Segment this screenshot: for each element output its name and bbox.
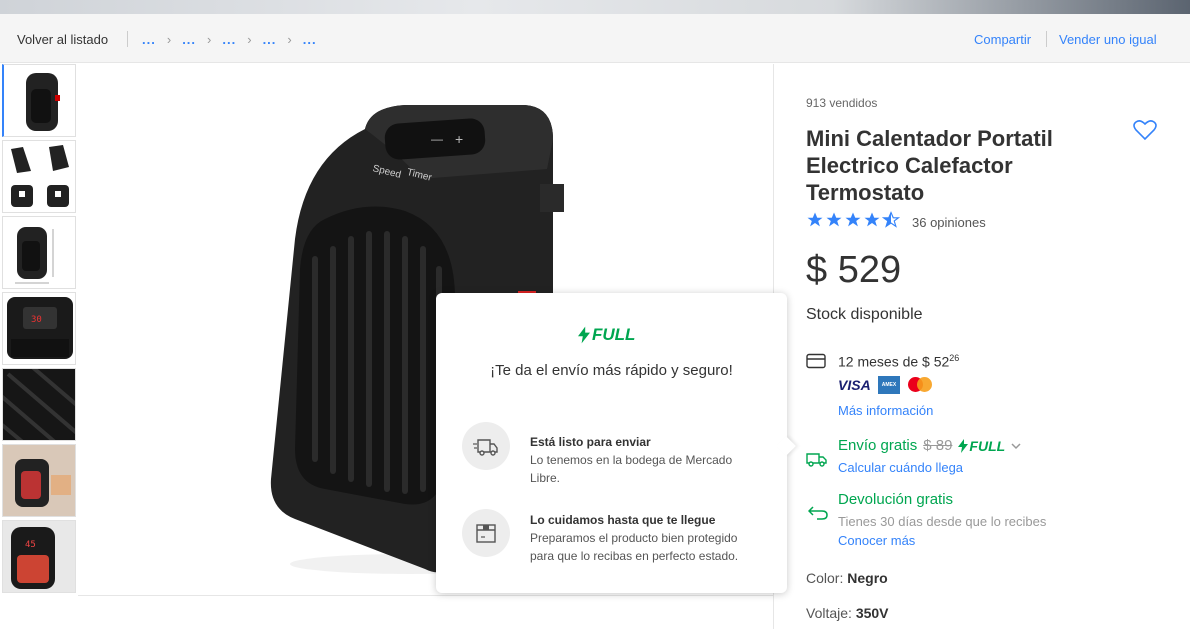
lightning-icon	[958, 438, 969, 453]
divider	[127, 31, 128, 47]
voltage-value: 350V	[855, 605, 889, 621]
stock-status: Stock disponible	[806, 306, 923, 323]
star-icon	[826, 212, 842, 227]
payment-more-info-link[interactable]: Más información	[838, 403, 933, 418]
svg-text:—: —	[431, 132, 443, 146]
thumbnail-1[interactable]	[2, 64, 76, 137]
divider	[78, 595, 773, 596]
thumbnail-4[interactable]: 30	[2, 292, 76, 365]
full-badge: FULL	[578, 325, 635, 345]
chevron-right-icon: ›	[287, 32, 292, 47]
truck-icon	[806, 453, 827, 467]
shipping-old-price: $ 89	[923, 437, 953, 454]
return-arrow-icon	[808, 506, 828, 520]
chevron-down-icon[interactable]	[1011, 442, 1021, 450]
popover-arrow	[776, 436, 796, 456]
svg-text:+: +	[455, 131, 463, 147]
top-navigation-bar: Volver al listado ... › ... › ... › ... › ..…	[0, 14, 1190, 63]
thumbnail-7[interactable]: 45	[2, 520, 76, 593]
free-return-label: Devolución gratis	[838, 491, 954, 508]
star-icon	[864, 212, 880, 227]
installments-cents: 26	[949, 353, 960, 363]
full-info-popover: FULL ¡Te da el envío más rápido y seguro…	[436, 293, 796, 593]
color-value: Negro	[847, 570, 888, 586]
return-subtitle: Tienes 30 días desde que lo recibes	[838, 514, 1047, 529]
color-variation: Color: Negro	[806, 570, 888, 586]
return-more-link[interactable]: Conocer más	[838, 533, 915, 548]
price: $ 529	[806, 249, 902, 291]
breadcrumb-item[interactable]: ...	[182, 32, 196, 47]
thumbnail-5[interactable]	[2, 368, 76, 441]
fast-truck-icon	[462, 422, 510, 470]
thumbnail-6[interactable]	[2, 444, 76, 517]
svg-text:30: 30	[31, 315, 42, 325]
breadcrumb-item[interactable]: ...	[263, 32, 277, 47]
heart-icon[interactable]	[1133, 119, 1157, 141]
breadcrumb-item[interactable]: ...	[142, 32, 156, 47]
rating-stars[interactable]	[806, 211, 900, 229]
breadcrumb: ... › ... › ... › ... › ...	[142, 32, 317, 47]
installments-text: 12 meses de $ 5226	[838, 353, 960, 370]
svg-text:45: 45	[25, 540, 36, 550]
calculate-delivery-link[interactable]: Calcular cuándo llega	[838, 460, 963, 475]
package-box-icon	[462, 509, 510, 557]
page: Volver al listado ... › ... › ... › ... › ..…	[0, 0, 1190, 629]
divider	[1046, 31, 1047, 47]
chevron-right-icon: ›	[166, 32, 172, 47]
chevron-right-icon: ›	[207, 32, 212, 47]
full-badge[interactable]: FULL	[958, 438, 1005, 454]
mastercard-logo	[906, 376, 936, 394]
popover-item-title: Lo cuidamos hasta que te llegue	[530, 513, 716, 527]
shipping-info: Envío gratis $ 89 FULL	[838, 437, 1021, 454]
breadcrumb-item[interactable]: ...	[303, 32, 317, 47]
popover-item-desc: Lo tenemos en la bodega de Mercado Libre…	[530, 453, 733, 485]
back-to-listing-link[interactable]: Volver al listado	[17, 32, 108, 47]
review-count[interactable]: 36 opiniones	[912, 215, 986, 230]
popover-item-desc: Preparamos el producto bien protegido pa…	[530, 531, 739, 563]
free-shipping-label: Envío gratis	[838, 437, 918, 454]
popover-heading: ¡Te da el envío más rápido y seguro!	[490, 362, 733, 379]
product-card: Volver al listado ... › ... › ... › ... › ..…	[0, 14, 1190, 629]
star-icon	[807, 212, 823, 227]
star-icon	[845, 212, 861, 227]
amex-logo: AMEX	[878, 376, 900, 394]
thumbnail-2[interactable]	[2, 140, 76, 213]
browser-background	[0, 0, 1190, 14]
lightning-icon	[578, 326, 590, 344]
breadcrumb-item[interactable]: ...	[222, 32, 236, 47]
visa-logo: VISA	[838, 377, 871, 393]
credit-card-icon	[806, 353, 826, 369]
card-brands: VISA AMEX	[838, 376, 936, 394]
sell-similar-link[interactable]: Vender uno igual	[1059, 32, 1157, 47]
units-sold: 913 vendidos	[806, 96, 878, 110]
chevron-right-icon: ›	[247, 32, 252, 47]
product-title: Mini Calentador Portatil Electrico Calef…	[806, 126, 1053, 205]
voltage-variation: Voltaje: 350V	[806, 605, 889, 621]
thumbnail-3[interactable]	[2, 216, 76, 289]
share-link[interactable]: Compartir	[974, 32, 1031, 47]
star-half-icon	[882, 211, 900, 228]
popover-item-title: Está listo para enviar	[530, 435, 651, 449]
